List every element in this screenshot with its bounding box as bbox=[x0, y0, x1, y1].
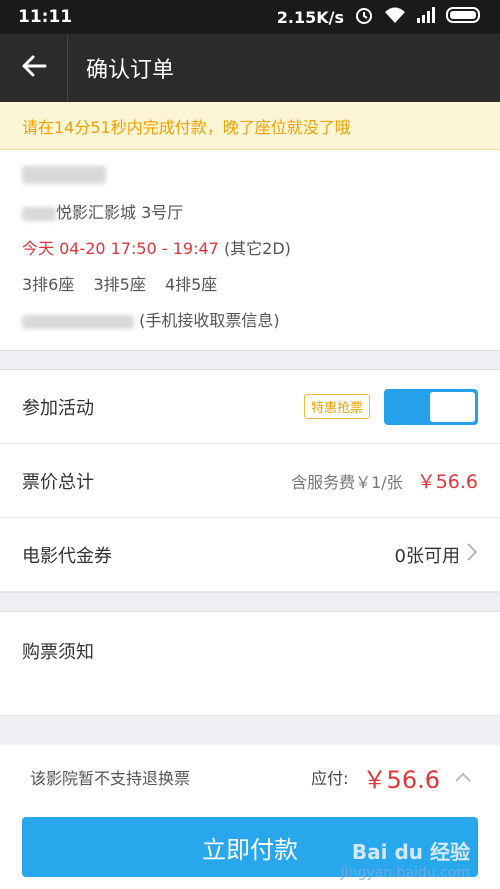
payment-summary: 该影院暂不支持退换票 应付: ￥56.6 bbox=[0, 745, 500, 809]
status-bar: 11:11 2.15K/s bbox=[0, 0, 500, 34]
refund-note: 该影院暂不支持退换票 bbox=[30, 769, 191, 788]
total-price: ￥56.6 bbox=[416, 471, 478, 493]
alarm-icon bbox=[354, 5, 374, 29]
promo-badge: 特惠抢票 bbox=[303, 394, 370, 419]
voucher-label: 电影代金券 bbox=[22, 545, 112, 567]
blurred-phone-number bbox=[22, 314, 134, 329]
movie-title bbox=[22, 164, 478, 186]
phone-line: (手机接收取票信息) bbox=[22, 310, 478, 332]
notes-faded-text bbox=[22, 688, 478, 714]
total-label: 票价总计 bbox=[22, 471, 94, 493]
page-title: 确认订单 bbox=[86, 58, 175, 83]
battery-icon bbox=[446, 6, 482, 28]
payment-bar: 该影院暂不支持退换票 应付: ￥56.6 立即付款 Bai du 经验 jing… bbox=[0, 745, 500, 889]
blurred-movie-name bbox=[22, 166, 106, 184]
watermark-url: jingyan.baidu.com bbox=[340, 865, 470, 881]
order-info: 悦影汇影城 3号厅 今天 04-20 17:50 - 19:47 (其它2D) … bbox=[0, 150, 500, 350]
showtime: 今天 04-20 17:50 - 19:47 bbox=[22, 239, 219, 258]
payment-countdown-notice: 请在14分51秒内完成付款，晚了座位就没了哦 bbox=[0, 102, 500, 150]
network-speed: 2.15K/s bbox=[276, 7, 344, 27]
phone-note: (手机接收取票信息) bbox=[139, 311, 280, 330]
chevron-right-icon bbox=[466, 542, 478, 568]
amount-due-label: 应付: bbox=[311, 769, 349, 788]
seat-item: 3排5座 bbox=[93, 275, 146, 294]
watermark-brand: Bai du 经验 bbox=[351, 840, 470, 864]
notes-title: 购票须知 bbox=[22, 642, 94, 663]
title-bar: 确认订单 bbox=[0, 34, 500, 102]
voucher-row[interactable]: 电影代金券 0张可用 bbox=[0, 518, 500, 592]
seat-item: 4排5座 bbox=[164, 275, 218, 294]
activity-toggle[interactable] bbox=[384, 388, 478, 425]
service-fee-note: 含服务费￥1/张 bbox=[291, 472, 403, 492]
showtime-line: 今天 04-20 17:50 - 19:47 (其它2D) bbox=[22, 238, 478, 260]
activity-label: 参加活动 bbox=[22, 397, 94, 419]
status-time: 11:11 bbox=[18, 7, 73, 27]
signal-icon bbox=[416, 7, 436, 27]
film-format: (其它2D) bbox=[223, 239, 291, 258]
wifi-icon bbox=[384, 6, 406, 28]
section-divider bbox=[0, 350, 500, 370]
seat-item: 3排6座 bbox=[22, 275, 75, 294]
amount-due: ￥56.6 bbox=[362, 765, 440, 794]
baidu-watermark: Bai du 经验 jingyan.baidu.com bbox=[341, 836, 470, 881]
purchase-notes: 购票须知 bbox=[0, 612, 500, 716]
back-arrow-icon bbox=[21, 55, 47, 81]
blurred-cinema-prefix bbox=[22, 206, 56, 221]
voucher-count: 0张可用 bbox=[394, 545, 460, 567]
back-button[interactable] bbox=[0, 34, 68, 102]
activity-row: 参加活动 特惠抢票 bbox=[0, 370, 500, 444]
cinema-name: 悦影汇影城 3号厅 bbox=[56, 203, 184, 222]
cinema-line: 悦影汇影城 3号厅 bbox=[22, 202, 478, 224]
seats-line: 3排6座 3排5座 4排5座 bbox=[22, 274, 478, 296]
total-row: 票价总计 含服务费￥1/张 ￥56.6 bbox=[0, 444, 500, 518]
toggle-knob bbox=[430, 391, 475, 422]
chevron-up-icon[interactable] bbox=[454, 768, 472, 787]
section-divider bbox=[0, 592, 500, 612]
